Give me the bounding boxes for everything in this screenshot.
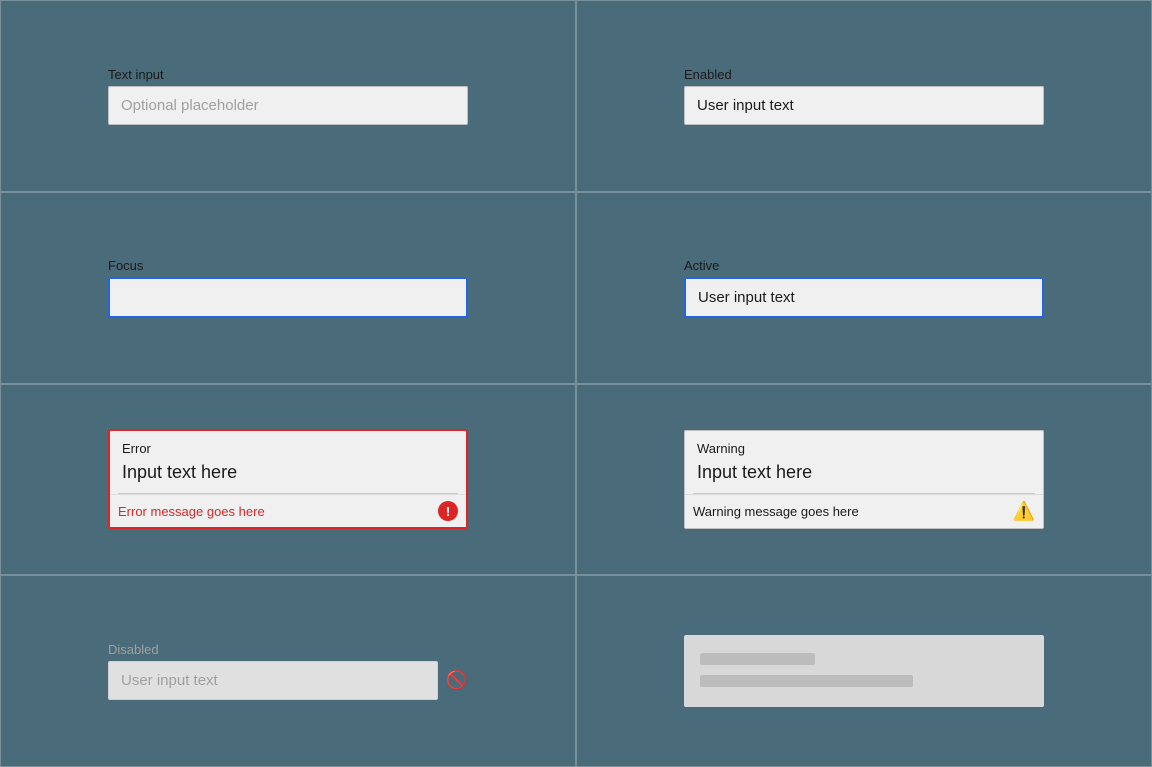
no-entry-icon: 🚫 xyxy=(446,670,468,691)
disabled-input-row: 🚫 xyxy=(108,661,468,700)
focus-label: Focus xyxy=(108,258,468,273)
cell-skeleton xyxy=(576,575,1152,767)
active-input-field[interactable] xyxy=(684,277,1044,318)
enabled-input-wrapper: Enabled xyxy=(684,67,1044,125)
warning-message-area: Warning message goes here ⚠️ xyxy=(685,494,1043,528)
cell-warning: Warning Input text here Warning message … xyxy=(576,384,1152,576)
text-input-wrapper: Text input xyxy=(108,67,468,125)
skeleton-line-2 xyxy=(700,675,913,687)
disabled-label: Disabled xyxy=(108,642,468,657)
error-icon: ! xyxy=(438,501,458,521)
warning-icon: ⚠️ xyxy=(1013,501,1035,522)
skeleton-wrapper xyxy=(684,635,1044,707)
focus-input-field[interactable] xyxy=(108,277,468,318)
cell-error: Error Input text here Error message goes… xyxy=(0,384,576,576)
cell-enabled: Enabled xyxy=(576,0,1152,192)
active-label: Active xyxy=(684,258,1044,273)
focus-input-wrapper: Focus xyxy=(108,258,468,318)
error-value: Input text here xyxy=(110,460,466,493)
text-input-label: Text input xyxy=(108,67,468,82)
cell-focus: Focus xyxy=(0,192,576,384)
disabled-input-wrapper: Disabled 🚫 xyxy=(108,642,468,700)
skeleton-line-1 xyxy=(700,653,815,665)
text-input-field[interactable] xyxy=(108,86,468,125)
enabled-label: Enabled xyxy=(684,67,1044,82)
cell-active: Active xyxy=(576,192,1152,384)
error-message-text: Error message goes here xyxy=(118,504,265,519)
enabled-input-field[interactable] xyxy=(684,86,1044,125)
cell-disabled: Disabled 🚫 xyxy=(0,575,576,767)
error-box: Error Input text here Error message goes… xyxy=(108,429,468,529)
warning-box: Warning Input text here Warning message … xyxy=(684,430,1044,529)
warning-label: Warning xyxy=(685,431,1043,460)
warning-message-text: Warning message goes here xyxy=(693,504,859,519)
error-label: Error xyxy=(110,431,466,460)
active-input-wrapper: Active xyxy=(684,258,1044,318)
warning-value: Input text here xyxy=(685,460,1043,493)
cell-text-input: Text input xyxy=(0,0,576,192)
error-message-area: Error message goes here ! xyxy=(110,494,466,527)
disabled-input-field xyxy=(108,661,438,700)
